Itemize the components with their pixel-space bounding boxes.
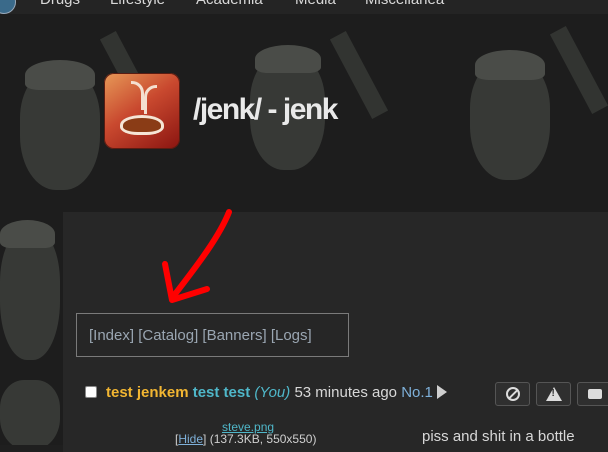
nav-link-media[interactable]: Media: [295, 0, 336, 8]
board-nav-links: [Index] [Catalog] [Banners] [Logs]: [89, 327, 312, 344]
play-icon[interactable]: [436, 385, 447, 399]
reply-button[interactable]: [577, 382, 608, 406]
board-logo-icon: [104, 73, 180, 149]
message-icon: [587, 389, 602, 399]
post-select-checkbox[interactable]: [85, 386, 97, 398]
post-time: 53 minutes ago: [294, 384, 398, 401]
catalog-link[interactable]: [Catalog]: [138, 327, 198, 344]
you-marker: (You): [254, 384, 291, 401]
nav-link-lifestyle[interactable]: Lifestyle: [110, 0, 165, 8]
file-size-dimensions: (137.3KB, 550x550): [209, 432, 317, 446]
board-title: /jenk/ - jenk: [193, 93, 338, 126]
report-button[interactable]: [536, 382, 571, 406]
warning-icon: [545, 387, 562, 401]
poster-name: test test: [192, 384, 251, 401]
hide-file-link[interactable]: Hide: [178, 432, 203, 446]
post-header: test jenkem test test (You) 53 minutes a…: [106, 384, 447, 401]
banners-link[interactable]: [Banners]: [202, 327, 266, 344]
file-info: [Hide] (137.3KB, 550x550): [175, 432, 317, 446]
ban-button[interactable]: [495, 382, 530, 406]
site-logo-icon[interactable]: [0, 0, 16, 14]
post-subject: test jenkem: [106, 384, 189, 401]
nav-link-academia[interactable]: Academia: [196, 0, 263, 8]
top-nav: Drugs Lifestyle Academia Media Miscellan…: [0, 0, 608, 14]
nav-link-miscellanea[interactable]: Miscellanea: [365, 0, 444, 8]
index-link[interactable]: [Index]: [89, 327, 134, 344]
post-body: piss and shit in a bottle: [422, 428, 575, 445]
nav-link-drugs[interactable]: Drugs: [40, 0, 80, 8]
ban-icon: [505, 387, 520, 401]
logs-link[interactable]: [Logs]: [271, 327, 312, 344]
post-number-link[interactable]: No.1: [401, 384, 433, 401]
